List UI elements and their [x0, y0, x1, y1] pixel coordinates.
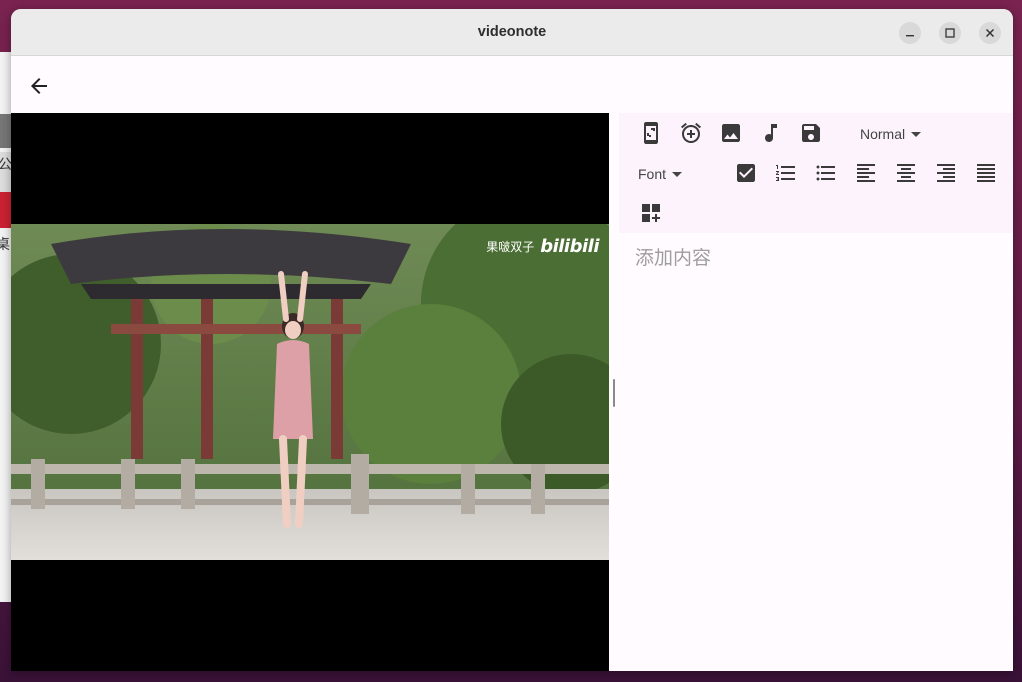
align-right-icon [937, 164, 955, 182]
ordered-list-button[interactable] [774, 161, 798, 185]
close-icon [985, 28, 995, 38]
chevron-down-icon [672, 171, 683, 177]
window-title: videonote [477, 24, 547, 40]
app-window: videonote 果啵双子 bilibili Normal Font 添加内容 [11, 9, 1013, 671]
phone-screenshot-icon [644, 122, 658, 144]
save-button[interactable] [799, 121, 823, 145]
background-app-text: 桌 [0, 237, 10, 253]
arrow-back-icon [31, 78, 47, 94]
save-icon [802, 124, 820, 142]
timestamp-button[interactable] [679, 121, 703, 145]
align-left-button[interactable] [854, 161, 878, 185]
align-left-icon [857, 164, 875, 182]
video-scene-image [11, 224, 609, 560]
insert-image-button[interactable] [719, 121, 743, 145]
back-button[interactable] [27, 74, 51, 98]
title-bar[interactable]: videonote [11, 9, 1013, 56]
font-dropdown[interactable]: Font [638, 166, 683, 182]
maximize-button[interactable] [939, 22, 961, 44]
video-watermark: 果啵双子 bilibili [486, 236, 599, 257]
add-widget-button[interactable] [639, 201, 663, 225]
close-button[interactable] [979, 22, 1001, 44]
minimize-icon [906, 35, 914, 37]
maximize-icon [945, 28, 955, 38]
video-player[interactable]: 果啵双子 bilibili [11, 113, 609, 671]
minimize-button[interactable] [899, 22, 921, 44]
main-content: 果啵双子 bilibili Normal Font 添加内容 [11, 113, 1013, 671]
bullet-list-icon [816, 165, 835, 181]
editor-toolbar: Normal Font [619, 113, 1013, 233]
split-divider-handle[interactable] [613, 379, 615, 407]
align-center-button[interactable] [894, 161, 918, 185]
insert-audio-button[interactable] [759, 121, 783, 145]
checkbox-icon [737, 164, 755, 182]
bullet-list-button[interactable] [814, 161, 838, 185]
heading-style-value: Normal [860, 126, 906, 142]
screenshot-button[interactable] [639, 121, 663, 145]
music-note-icon [765, 124, 777, 142]
add-widget-icon [642, 204, 660, 222]
align-right-button[interactable] [934, 161, 958, 185]
align-justify-button[interactable] [974, 161, 998, 185]
checklist-button[interactable] [734, 161, 758, 185]
alarm-add-icon [681, 122, 701, 143]
font-value: Font [638, 166, 667, 182]
app-bar [11, 56, 1013, 113]
bilibili-logo: bilibili [540, 236, 599, 257]
ordered-list-icon [776, 165, 795, 181]
note-content-placeholder[interactable]: 添加内容 [635, 243, 711, 270]
video-frame[interactable]: 果啵双子 bilibili [11, 224, 609, 560]
watermark-text: 果啵双子 [486, 240, 535, 254]
align-center-icon [897, 164, 915, 182]
heading-style-dropdown[interactable]: Normal [860, 126, 922, 142]
chevron-down-icon [911, 131, 922, 137]
image-icon [722, 124, 740, 142]
note-editor: Normal Font 添加内容 [619, 113, 1013, 671]
align-justify-icon [977, 164, 995, 182]
